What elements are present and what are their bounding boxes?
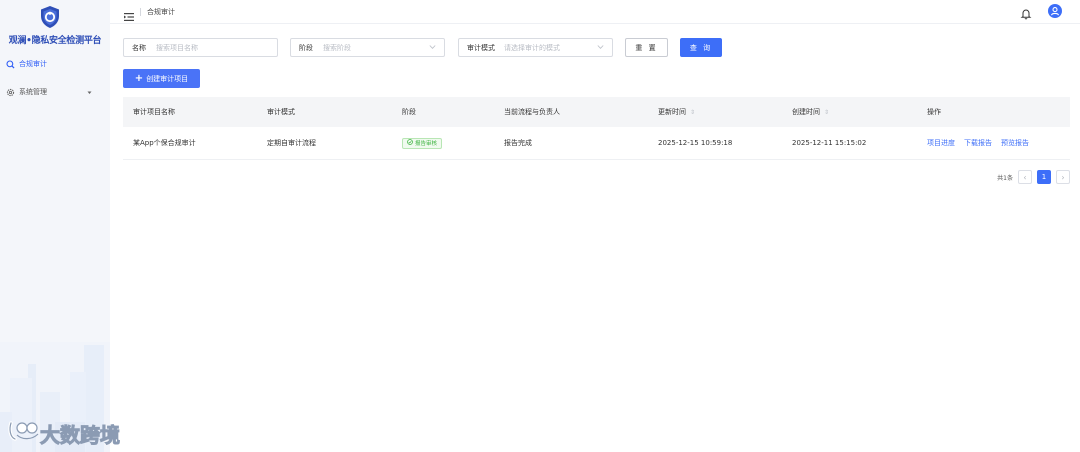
column-header-label: 创建时间	[792, 108, 820, 116]
shield-logo-icon	[38, 5, 62, 29]
sidebar: 观澜•隐私安全检测平台 合规审计 系统管理	[0, 0, 110, 452]
reset-button[interactable]: 重 置	[625, 38, 668, 57]
chevron-down-icon	[429, 44, 436, 52]
sidebar-item-audit[interactable]: 合规审计	[0, 54, 110, 74]
app-root: 观澜•隐私安全检测平台 合规审计 系统管理 大数跨境 合规审计 名称 搜索项目名…	[0, 0, 1080, 452]
audit-table: 审计项目名称 审计模式 阶段 当前流程与负责人 更新时间 ⇕ 创建时间 ⇕ 操作…	[123, 97, 1070, 160]
cell-created-time: 2025-12-11 15:15:02	[792, 139, 867, 147]
menu-toggle-icon[interactable]	[124, 7, 134, 21]
pagination: 共1条 ‹ 1 ›	[997, 170, 1070, 184]
column-header-name: 审计项目名称	[133, 108, 175, 116]
bell-icon[interactable]	[1020, 5, 1032, 20]
cell-actions: 项目进度 下载报告 预览报告	[927, 127, 1038, 159]
column-header-label: 更新时间	[658, 108, 686, 116]
gear-icon	[5, 87, 15, 97]
name-filter-label: 名称	[132, 43, 146, 52]
check-circle-icon	[407, 139, 413, 147]
breadcrumb-divider	[140, 7, 141, 16]
chevron-down-icon	[597, 44, 604, 52]
breadcrumb: 合规审计	[147, 7, 175, 16]
preview-report-link[interactable]: 预览报告	[1001, 138, 1029, 148]
column-header-updated[interactable]: 更新时间 ⇕	[658, 97, 695, 127]
pagination-total: 共1条	[997, 174, 1013, 182]
chevron-down-icon	[87, 89, 92, 97]
user-icon	[1050, 7, 1060, 16]
top-header: 合规审计	[110, 0, 1080, 24]
column-header-mode: 审计模式	[267, 108, 295, 116]
brand-name: 观澜•隐私安全检测平台	[8, 36, 102, 46]
sidebar-item-label: 合规审计	[19, 60, 47, 68]
cell-stage: 报告审核	[402, 127, 443, 159]
page-number-button[interactable]: 1	[1037, 170, 1051, 184]
name-search-input[interactable]	[156, 43, 246, 52]
search-button[interactable]: 查 询	[680, 38, 722, 57]
stage-status-badge: 报告审核	[402, 137, 443, 149]
sort-icon[interactable]: ⇕	[690, 109, 695, 116]
user-avatar[interactable]	[1048, 4, 1062, 18]
watermark-text: 大数跨境	[40, 422, 121, 447]
sidebar-item-system[interactable]: 系统管理	[0, 82, 110, 102]
plus-icon: +	[134, 73, 144, 84]
watermark-logo-icon	[8, 419, 42, 447]
watermark: 大数跨境	[8, 419, 121, 447]
column-header-actions: 操作	[927, 108, 941, 116]
stage-status-label: 报告审核	[415, 141, 438, 147]
cell-current-flow: 报告完成	[504, 139, 532, 147]
mode-filter: 审计模式	[458, 38, 613, 57]
column-header-flow: 当前流程与负责人	[504, 108, 560, 116]
column-header-stage: 阶段	[402, 108, 416, 116]
cell-audit-mode: 定期自审计流程	[267, 139, 316, 147]
create-audit-project-button[interactable]: + 创建审计项目	[123, 69, 200, 88]
name-filter: 名称	[123, 38, 278, 57]
stage-filter-label: 阶段	[299, 43, 313, 52]
sidebar-item-label: 系统管理	[19, 88, 47, 96]
next-page-button[interactable]: ›	[1056, 170, 1070, 184]
create-button-label: 创建审计项目	[146, 74, 189, 83]
mode-select[interactable]	[504, 43, 589, 52]
table-row: 某App个保合规审计 定期自审计流程 报告审核 报告完成 2025-12-15 …	[123, 127, 1070, 160]
cell-project-name: 某App个保合规审计	[133, 139, 196, 147]
prev-page-button[interactable]: ‹	[1018, 170, 1032, 184]
stage-select[interactable]	[323, 43, 403, 52]
table-header: 审计项目名称 审计模式 阶段 当前流程与负责人 更新时间 ⇕ 创建时间 ⇕ 操作	[123, 97, 1070, 127]
stage-filter: 阶段	[290, 38, 445, 57]
mode-filter-label: 审计模式	[467, 43, 495, 52]
cell-updated-time: 2025-12-15 10:59:18	[658, 139, 733, 147]
project-progress-link[interactable]: 项目进度	[927, 138, 955, 148]
audit-icon	[5, 59, 15, 69]
download-report-link[interactable]: 下载报告	[964, 138, 992, 148]
sort-icon[interactable]: ⇕	[824, 109, 829, 116]
column-header-created[interactable]: 创建时间 ⇕	[792, 97, 829, 127]
